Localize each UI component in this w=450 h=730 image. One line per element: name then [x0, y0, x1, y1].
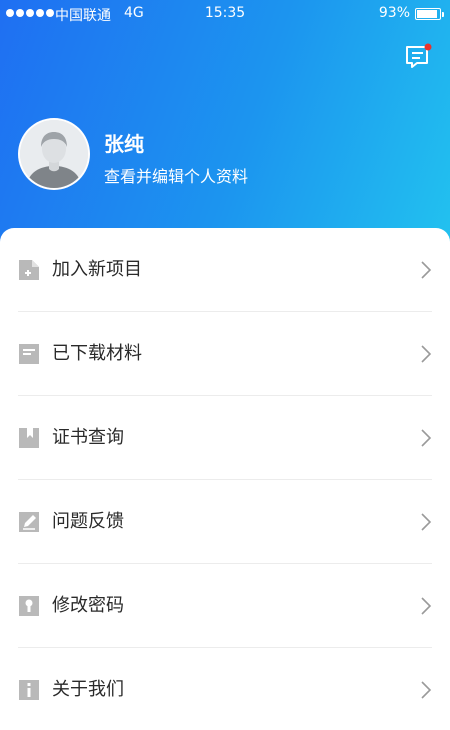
chevron-right-icon [420, 260, 432, 280]
info-icon [18, 679, 40, 701]
edit-profile-link[interactable]: 查看并编辑个人资料 [104, 163, 248, 187]
battery-percentage: 93% [378, 5, 410, 21]
user-name: 张纯 [104, 132, 144, 156]
chevron-right-icon [420, 428, 432, 448]
chevron-right-icon [420, 512, 432, 532]
menu-item-label: 证书查询 [52, 427, 124, 448]
menu-item-certificate-query[interactable]: 证书查询 [0, 396, 450, 480]
menu-item-about-us[interactable]: 关于我们 [0, 648, 450, 730]
menu-item-join-project[interactable]: 加入新项目 [0, 228, 450, 312]
document-icon [18, 343, 40, 365]
menu-item-label: 加入新项目 [52, 259, 142, 280]
profile-header: 中国联通 4G 15:35 93% 张纯 查看并编辑个人资料 [0, 0, 450, 250]
unread-badge [424, 43, 432, 51]
menu-item-label: 修改密码 [52, 595, 124, 616]
menu-item-feedback[interactable]: 问题反馈 [0, 480, 450, 564]
avatar[interactable] [18, 118, 90, 190]
signal-strength-icon [6, 9, 54, 17]
menu-item-change-password[interactable]: 修改密码 [0, 564, 450, 648]
network-type: 4G [124, 5, 144, 21]
carrier-name: 中国联通 [55, 8, 111, 24]
chevron-right-icon [420, 344, 432, 364]
edit-icon [18, 511, 40, 533]
menu-item-label: 关于我们 [52, 679, 124, 700]
status-bar: 中国联通 4G 15:35 93% [0, 0, 450, 28]
menu-item-label: 已下载材料 [52, 343, 142, 364]
status-time: 15:35 [204, 5, 246, 21]
message-icon[interactable] [404, 42, 434, 70]
menu-item-label: 问题反馈 [52, 511, 124, 532]
menu-card: 加入新项目 已下载材料 证书查询 问题反馈 修改密码 关于我们 [0, 228, 450, 730]
certificate-icon [18, 427, 40, 449]
add-document-icon [18, 259, 40, 281]
battery-icon [415, 8, 444, 20]
menu-item-downloaded-materials[interactable]: 已下载材料 [0, 312, 450, 396]
chevron-right-icon [420, 680, 432, 700]
lock-icon [18, 595, 40, 617]
chevron-right-icon [420, 596, 432, 616]
